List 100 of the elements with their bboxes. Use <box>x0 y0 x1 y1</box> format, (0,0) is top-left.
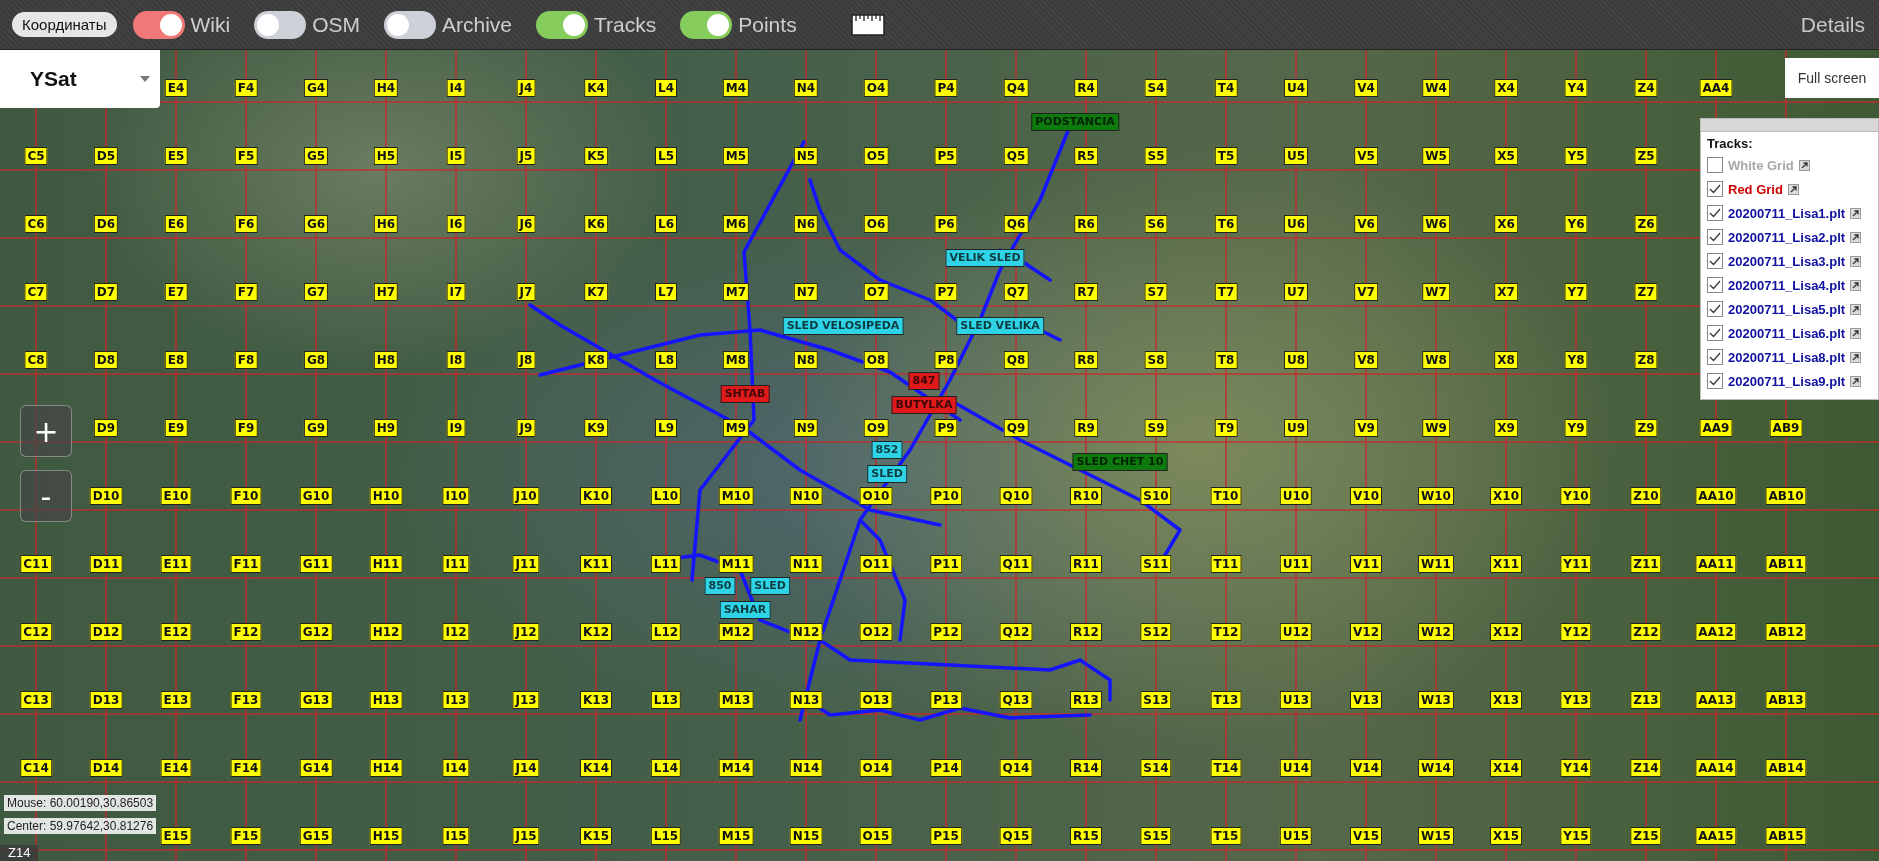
checkbox[interactable] <box>1707 277 1723 293</box>
grid-label: Q8 <box>1003 351 1029 369</box>
toggle-label[interactable]: Points <box>738 12 797 37</box>
grid-label: J9 <box>516 419 536 437</box>
grid-label: J5 <box>516 147 536 165</box>
track-name[interactable]: 20200711_Lisa3.plt <box>1728 253 1846 269</box>
toggle-switch[interactable] <box>536 10 589 39</box>
checkbox[interactable] <box>1707 181 1723 197</box>
toggle-label[interactable]: Archive <box>442 12 513 37</box>
checkbox[interactable] <box>1707 205 1723 221</box>
toggle-switch[interactable] <box>132 10 185 39</box>
grid-label: Z13 <box>1630 691 1662 709</box>
track-name[interactable]: Red Grid <box>1728 181 1783 197</box>
fullscreen-button[interactable]: Full screen <box>1785 58 1879 98</box>
checkbox[interactable] <box>1707 349 1723 365</box>
grid-label: AB11 <box>1765 555 1807 573</box>
grid-label: X8 <box>1494 351 1518 369</box>
checkbox[interactable] <box>1707 373 1723 389</box>
toggle-label[interactable]: Tracks <box>594 12 657 37</box>
grid-label: Q13 <box>999 691 1033 709</box>
waypoint-label[interactable]: SLED <box>750 577 790 595</box>
waypoint-label[interactable]: SHTAB <box>720 385 770 403</box>
grid-label: Y5 <box>1564 147 1588 165</box>
grid-label: M8 <box>722 351 750 369</box>
track-name[interactable]: 20200711_Lisa9.plt <box>1728 373 1846 389</box>
zoom-out-button[interactable]: - <box>20 470 72 522</box>
grid-label: P4 <box>934 79 958 97</box>
grid-label: P5 <box>934 147 958 165</box>
checkbox[interactable] <box>1707 157 1723 173</box>
grid-label: AA12 <box>1695 623 1737 641</box>
track-name[interactable]: 20200711_Lisa5.plt <box>1728 301 1846 317</box>
track-name[interactable]: 20200711_Lisa2.plt <box>1728 229 1846 245</box>
grid-label: G14 <box>299 759 333 777</box>
checkbox[interactable] <box>1707 253 1723 269</box>
track-name[interactable]: 20200711_Lisa6.plt <box>1728 325 1846 341</box>
waypoint-label[interactable]: 852 <box>871 441 903 459</box>
toggle-switch[interactable] <box>384 10 436 39</box>
external-link-icon[interactable] <box>1850 279 1862 291</box>
waypoint-label[interactable]: SLED VELIKA <box>956 317 1044 335</box>
grid-label: N7 <box>793 283 819 301</box>
checkbox[interactable] <box>1707 229 1723 245</box>
grid-label: L5 <box>655 147 677 165</box>
external-link-icon[interactable] <box>1850 375 1862 387</box>
external-link-icon[interactable] <box>1850 303 1862 315</box>
grid-label: M12 <box>718 623 754 641</box>
track-name[interactable]: 20200711_Lisa4.plt <box>1728 277 1846 293</box>
grid-label: M7 <box>722 283 750 301</box>
external-link-icon[interactable] <box>1850 255 1862 267</box>
waypoint-label[interactable]: 850 <box>704 577 736 595</box>
grid-label: V6 <box>1354 215 1378 233</box>
grid-label: H15 <box>369 827 403 845</box>
external-link-icon[interactable] <box>1850 231 1862 243</box>
grid-label: R11 <box>1070 555 1102 573</box>
grid-label: W6 <box>1422 215 1450 233</box>
toggle-label[interactable]: OSM <box>312 12 360 37</box>
external-link-icon[interactable] <box>1798 159 1810 171</box>
zoom-in-button[interactable]: + <box>20 405 72 457</box>
track-name[interactable]: 20200711_Lisa8.plt <box>1728 349 1846 365</box>
grid-label: R10 <box>1070 487 1102 505</box>
grid-label: S10 <box>1140 487 1172 505</box>
grid-label: E13 <box>160 691 192 709</box>
ruler-icon[interactable] <box>850 13 885 36</box>
waypoint-label[interactable]: SLED VELOSIPEDA <box>782 317 904 335</box>
track-name[interactable]: 20200711_Lisa1.plt <box>1728 205 1846 221</box>
grid-label: X14 <box>1490 759 1522 777</box>
grid-label: T4 <box>1214 79 1238 97</box>
grid-label: AB12 <box>1765 623 1807 641</box>
coordinates-button[interactable]: Координаты <box>12 12 117 37</box>
grid-label: E15 <box>160 827 192 845</box>
details-link[interactable]: Details <box>1800 12 1865 37</box>
waypoint-label[interactable]: SAHAR <box>719 601 771 619</box>
grid-label: I15 <box>442 827 470 845</box>
toggle-switch[interactable] <box>254 10 307 39</box>
checkbox[interactable] <box>1707 325 1723 341</box>
waypoint-label[interactable]: VELIK SLED <box>945 249 1025 267</box>
waypoint-label[interactable]: 847 <box>908 372 940 390</box>
map-layer-dropdown[interactable]: YSat <box>0 50 160 108</box>
grid-label: C6 <box>24 215 48 233</box>
grid-label: I7 <box>446 283 466 301</box>
grid-label: F6 <box>234 215 258 233</box>
grid-label: X15 <box>1490 827 1522 845</box>
grid-label: Z9 <box>1634 419 1658 437</box>
toggle-label[interactable]: Wiki <box>190 12 231 37</box>
grid-label: C7 <box>24 283 48 301</box>
grid-label: AA10 <box>1695 487 1737 505</box>
waypoint-label[interactable]: BUTYLKA <box>891 396 957 414</box>
external-link-icon[interactable] <box>1787 183 1799 195</box>
external-link-icon[interactable] <box>1850 327 1862 339</box>
grid-label: T9 <box>1214 419 1238 437</box>
grid-label: L6 <box>655 215 677 233</box>
waypoint-label[interactable]: SLED <box>867 465 907 483</box>
external-link-icon[interactable] <box>1850 351 1862 363</box>
grid-label: V7 <box>1354 283 1378 301</box>
external-link-icon[interactable] <box>1850 207 1862 219</box>
grid-label: I14 <box>442 759 470 777</box>
toggle-switch[interactable] <box>680 10 733 39</box>
grid-label: Z15 <box>1630 827 1662 845</box>
checkbox[interactable] <box>1707 301 1723 317</box>
grid-label: N9 <box>793 419 819 437</box>
grid-label: C11 <box>20 555 52 573</box>
